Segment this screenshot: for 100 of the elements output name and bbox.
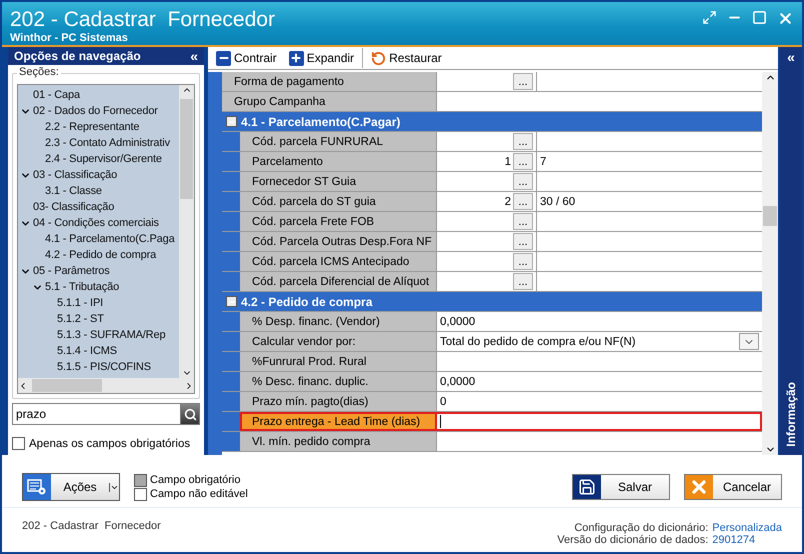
tree-item[interactable]: 2.2 - Representante bbox=[18, 119, 179, 135]
indent-strip bbox=[222, 212, 240, 231]
indent-strip bbox=[222, 252, 240, 271]
plus-icon bbox=[288, 50, 304, 66]
collapse-button[interactable]: « bbox=[787, 49, 795, 65]
indent-strip bbox=[222, 152, 240, 171]
tree-item[interactable]: 5.1 - Tributação bbox=[18, 279, 179, 295]
x-icon bbox=[685, 475, 713, 499]
tree-item[interactable]: 03- Classificação bbox=[18, 199, 179, 215]
lookup-button[interactable]: ... bbox=[513, 153, 533, 170]
tree-item[interactable]: 5.1.3 - SUFRAMA/Rep bbox=[18, 327, 179, 343]
close-icon[interactable] bbox=[777, 10, 794, 27]
tree-item[interactable]: 4.1 - Parcelamento(C.Paga bbox=[18, 231, 179, 247]
indent-strip bbox=[222, 192, 240, 211]
legend-label: Campo obrigatório bbox=[150, 474, 240, 486]
field-label: Calcular vendor por: bbox=[240, 332, 437, 351]
dropdown-field[interactable]: Total do pedido de compra e/ou NF(N) bbox=[437, 332, 762, 351]
field-label: Grupo Campanha bbox=[222, 92, 437, 111]
toolbar-button[interactable]: Restaurar bbox=[362, 48, 446, 68]
tree-item[interactable]: 01 - Capa bbox=[18, 87, 179, 103]
minus-icon bbox=[216, 50, 231, 66]
indent-strip bbox=[222, 172, 240, 191]
field-label: % Desc. financ. duplic. bbox=[240, 372, 437, 391]
dropdown-button[interactable] bbox=[739, 333, 759, 350]
scroll-thumb[interactable] bbox=[180, 99, 193, 199]
save-button[interactable]: Salvar bbox=[572, 474, 670, 500]
toolbar-button[interactable]: Contrair bbox=[212, 48, 281, 68]
lookup-button[interactable]: ... bbox=[513, 213, 533, 230]
tree-item[interactable]: 2.4 - Supervisor/Gerente bbox=[18, 151, 179, 167]
field-label: Prazo entrega - Lead Time (dias) bbox=[240, 412, 437, 431]
tree-item[interactable]: 2.3 - Contato Administrativ bbox=[18, 135, 179, 151]
section-header[interactable]: 4.2 - Pedido de compra bbox=[222, 292, 762, 312]
status-label: Configuração do dicionário: bbox=[573, 522, 708, 534]
tree-item[interactable]: 4.2 - Pedido de compra bbox=[18, 247, 179, 263]
tree-item[interactable]: 02 - Dados do Fornecedor bbox=[18, 103, 179, 119]
status-label: Versão do dicionário de dados: bbox=[557, 534, 708, 546]
scroll-thumb[interactable] bbox=[32, 379, 102, 392]
indent-strip bbox=[222, 232, 240, 251]
field-label: Cód. parcela ICMS Antecipado bbox=[240, 252, 437, 271]
status-value: Personalizada bbox=[712, 522, 782, 534]
indent-strip bbox=[222, 272, 240, 291]
field-label: Parcelamento bbox=[240, 152, 437, 171]
minus-box-icon[interactable] bbox=[226, 296, 237, 307]
field-label: Vl. mín. pedido compra bbox=[240, 432, 437, 451]
field-label: Cód. parcela FUNRURAL bbox=[240, 132, 437, 151]
lookup-button[interactable]: ... bbox=[513, 133, 533, 150]
indent-strip bbox=[222, 432, 240, 451]
screen-name: 202 - Cadastrar Fornecedor bbox=[22, 520, 161, 532]
group-label: Seções: bbox=[17, 66, 61, 78]
tree-item[interactable]: 5.1.4 - ICMS bbox=[18, 343, 179, 359]
checkbox-label: Apenas os campos obrigatórios bbox=[29, 438, 190, 450]
field-label: Forma de pagamento bbox=[222, 72, 437, 91]
collapse-button[interactable]: « bbox=[190, 48, 198, 64]
indent-strip bbox=[222, 352, 240, 371]
side-panel-title: Informação bbox=[784, 382, 798, 447]
search-icon[interactable] bbox=[180, 403, 200, 425]
field-label: Fornecedor ST Guia bbox=[240, 172, 437, 191]
tree-item[interactable]: 5.1.2 - ST bbox=[18, 311, 179, 327]
panel-title: Opções de navegação bbox=[14, 49, 141, 63]
status-value: 2901274 bbox=[712, 534, 756, 546]
search-field[interactable]: prazo bbox=[12, 403, 180, 425]
field-label: %Funrural Prod. Rural bbox=[240, 352, 437, 371]
indent-strip bbox=[222, 132, 240, 151]
resize-icon[interactable] bbox=[702, 10, 717, 25]
field-label: Cód. parcela Diferencial de Alíquot bbox=[240, 272, 437, 291]
tree-item[interactable]: 05 - Parâmetros bbox=[18, 263, 179, 279]
list-gear-icon bbox=[23, 474, 51, 500]
maximize-icon[interactable] bbox=[752, 10, 767, 25]
restore-icon bbox=[371, 50, 386, 66]
window-subtitle: Winthor - PC Sistemas bbox=[10, 32, 129, 44]
lookup-button[interactable]: ... bbox=[513, 173, 533, 190]
section-header[interactable]: 4.1 - Parcelamento(C.Pagar) bbox=[222, 112, 762, 132]
minus-box-icon[interactable] bbox=[226, 116, 237, 127]
field-label: Cód. Parcela Outras Desp.Fora NF bbox=[240, 232, 437, 251]
field-label: Cód. parcela do ST guia bbox=[240, 192, 437, 211]
tree-item[interactable]: 5.1.5 - PIS/COFINS bbox=[18, 359, 179, 375]
cancel-button[interactable]: Cancelar bbox=[684, 474, 782, 500]
tree-item[interactable]: 04 - Condições comerciais bbox=[18, 215, 179, 231]
checkbox[interactable] bbox=[12, 437, 25, 450]
scroll-thumb[interactable] bbox=[763, 206, 777, 226]
indent-strip bbox=[222, 372, 240, 391]
lookup-button[interactable]: ... bbox=[513, 253, 533, 270]
toolbar-button[interactable]: Expandir bbox=[284, 48, 358, 68]
lookup-button[interactable]: ... bbox=[513, 273, 533, 290]
field-label: Prazo mín. pagto(dias) bbox=[240, 392, 437, 411]
tree-item[interactable]: 5.1.1 - IPI bbox=[18, 295, 179, 311]
field-label: % Desp. financ. (Vendor) bbox=[240, 312, 437, 331]
indent-strip bbox=[222, 312, 240, 331]
window-title: 202 - Cadastrar Fornecedor bbox=[10, 8, 275, 32]
indent-strip bbox=[222, 392, 240, 411]
lookup-button[interactable]: ... bbox=[513, 73, 533, 90]
legend-label: Campo não editável bbox=[150, 488, 248, 500]
actions-button[interactable]: Ações bbox=[22, 473, 120, 501]
tree-item[interactable]: 03 - Classificação bbox=[18, 167, 179, 183]
indent-strip bbox=[222, 412, 240, 431]
lookup-button[interactable]: ... bbox=[513, 193, 533, 210]
indent-strip bbox=[222, 332, 240, 351]
tree-item[interactable]: 3.1 - Classe bbox=[18, 183, 179, 199]
lookup-button[interactable]: ... bbox=[513, 233, 533, 250]
field-label: Cód. parcela Frete FOB bbox=[240, 212, 437, 231]
